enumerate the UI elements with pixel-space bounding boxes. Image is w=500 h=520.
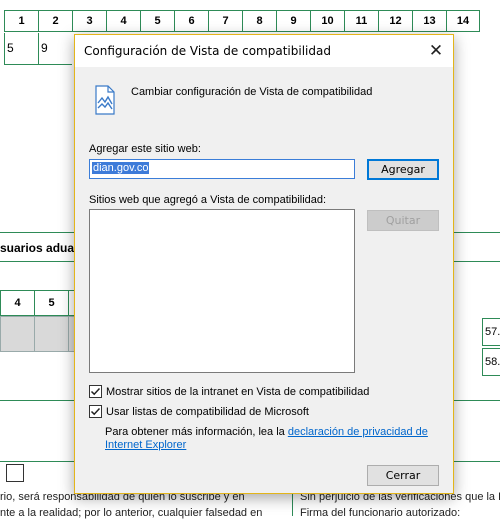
footer-right-line: Firma del funcionario autorizado: bbox=[300, 507, 461, 519]
column-number: 12 bbox=[378, 10, 412, 32]
gray-field[interactable] bbox=[34, 316, 68, 352]
footer-left-line: nte a la realidad; por lo anterior, cual… bbox=[0, 507, 263, 519]
column-number: 13 bbox=[412, 10, 446, 32]
intranet-checkbox-label: Mostrar sitios de la intranet en Vista d… bbox=[106, 385, 370, 398]
form-checkbox[interactable] bbox=[6, 464, 24, 482]
column-number: 10 bbox=[310, 10, 344, 32]
checkmark-icon bbox=[90, 407, 101, 416]
privacy-info-prefix: Para obtener más información, lea la bbox=[105, 426, 288, 438]
gray-field[interactable] bbox=[0, 316, 34, 352]
field-57[interactable]: 57. bbox=[482, 318, 500, 346]
intranet-checkbox-row[interactable]: Mostrar sitios de la intranet en Vista d… bbox=[89, 385, 369, 398]
intranet-checkbox[interactable] bbox=[89, 385, 102, 398]
value-cell[interactable]: 5 bbox=[4, 33, 38, 65]
column-number: 9 bbox=[276, 10, 310, 32]
column-number: 3 bbox=[72, 10, 106, 32]
compatibility-sites-list[interactable] bbox=[89, 209, 355, 373]
dialog-header-text: Cambiar configuración de Vista de compat… bbox=[131, 86, 373, 98]
dialog-title: Configuración de Vista de compatibilidad bbox=[84, 44, 331, 58]
compatibility-view-icon bbox=[95, 85, 115, 115]
microsoft-lists-checkbox-row[interactable]: Usar listas de compatibilidad de Microso… bbox=[89, 405, 309, 418]
value-row: 5 9 bbox=[4, 33, 72, 65]
privacy-info-text: Para obtener más información, lea la dec… bbox=[105, 426, 435, 452]
sub-header-cell: 5 bbox=[34, 290, 68, 316]
field-58[interactable]: 58. bbox=[482, 348, 500, 376]
site-url-input[interactable]: dian.gov.co bbox=[89, 159, 355, 179]
dialog-titlebar[interactable]: Configuración de Vista de compatibilidad… bbox=[75, 35, 453, 67]
compatibility-view-dialog: Configuración de Vista de compatibilidad… bbox=[74, 34, 454, 494]
close-button[interactable]: Cerrar bbox=[367, 465, 439, 486]
checkmark-icon bbox=[90, 387, 101, 396]
column-number: 1 bbox=[4, 10, 38, 32]
add-button[interactable]: Agregar bbox=[367, 159, 439, 180]
add-site-label: Agregar este sitio web: bbox=[89, 143, 201, 155]
column-number: 11 bbox=[344, 10, 378, 32]
column-number: 2 bbox=[38, 10, 72, 32]
column-number-row: 1 2 3 4 5 6 7 8 9 10 11 12 13 14 bbox=[4, 10, 480, 33]
column-number: 14 bbox=[446, 10, 480, 32]
sub-header-cell: 4 bbox=[0, 290, 34, 316]
sites-list-label: Sitios web que agregó a Vista de compati… bbox=[89, 194, 327, 206]
value-cell[interactable]: 9 bbox=[38, 33, 72, 65]
column-number: 8 bbox=[242, 10, 276, 32]
column-number: 6 bbox=[174, 10, 208, 32]
remove-button[interactable]: Quitar bbox=[367, 210, 439, 231]
microsoft-lists-checkbox[interactable] bbox=[89, 405, 102, 418]
microsoft-lists-checkbox-label: Usar listas de compatibilidad de Microso… bbox=[106, 405, 309, 418]
column-number: 7 bbox=[208, 10, 242, 32]
column-number: 4 bbox=[106, 10, 140, 32]
column-number: 5 bbox=[140, 10, 174, 32]
close-icon[interactable]: ✕ bbox=[419, 35, 453, 67]
url-input-value: dian.gov.co bbox=[92, 162, 150, 174]
